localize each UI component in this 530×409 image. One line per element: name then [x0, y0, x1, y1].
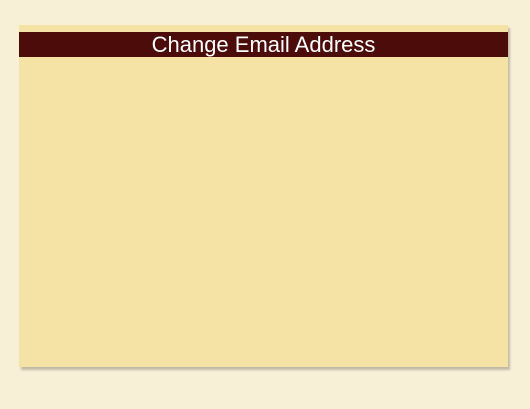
change-email-dialog: Change Email Address — [19, 25, 508, 367]
dialog-titlebar: Change Email Address — [19, 32, 508, 57]
dialog-title: Change Email Address — [151, 32, 376, 57]
dialog-body — [19, 57, 508, 367]
